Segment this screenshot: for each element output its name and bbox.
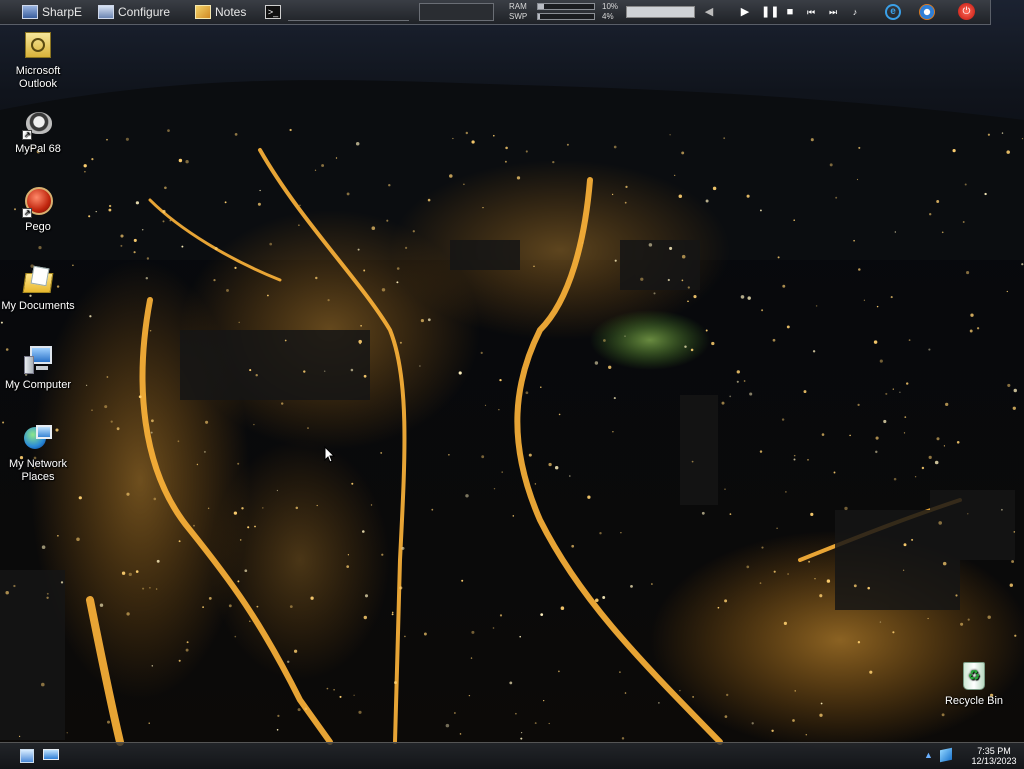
- clock-date: 12/13/2023: [971, 756, 1017, 766]
- sharpe-label: SharpE: [42, 5, 83, 19]
- quick-launch-explorer-button[interactable]: [43, 749, 59, 763]
- my-computer-icon: [22, 344, 54, 376]
- desktop-icon-label: My Documents: [1, 300, 75, 312]
- sharpe-menu-button[interactable]: SharpE: [22, 3, 82, 21]
- desktop-icon-label: Recycle Bin: [944, 695, 1004, 707]
- desktop-icon-label: Pego: [25, 221, 51, 233]
- taskbar: ▲ 7:35 PM 12/13/2023: [0, 742, 1024, 769]
- notes-button[interactable]: Notes: [195, 3, 246, 21]
- tray-network-icon[interactable]: [940, 747, 952, 763]
- desktop-icon-my-documents[interactable]: My Documents: [0, 265, 76, 313]
- desktop-icon-mypal[interactable]: ↗ MyPal 68: [0, 108, 76, 156]
- desktop-icon-label: MyPal 68: [15, 143, 61, 155]
- mouse-cursor: [324, 446, 336, 463]
- mypal-icon: ↗: [22, 108, 54, 140]
- run-command-input[interactable]: [288, 8, 409, 21]
- ram-label: RAM: [509, 2, 527, 11]
- notes-label: Notes: [215, 5, 247, 19]
- tray-clock[interactable]: 7:35 PM 12/13/2023: [970, 746, 1018, 766]
- show-desktop-button[interactable]: [20, 749, 34, 763]
- desktop-icon-network-places[interactable]: My Network Places: [0, 423, 76, 484]
- clock-time: 7:35 PM: [977, 746, 1011, 756]
- swp-label: SWP: [509, 12, 528, 21]
- swp-percent: 4%: [602, 12, 614, 21]
- notes-icon: [195, 5, 211, 19]
- configure-label: Configure: [118, 5, 171, 19]
- configure-button[interactable]: Configure: [98, 3, 170, 21]
- terminal-icon: >_: [265, 5, 281, 19]
- media-player-icon[interactable]: [919, 4, 935, 20]
- desktop-icon-recycle-bin[interactable]: ♻ Recycle Bin: [936, 660, 1012, 708]
- desktop-icon-label: My Computer: [4, 379, 72, 391]
- pego-icon: ↗: [22, 186, 54, 218]
- pause-icon[interactable]: ❚❚: [761, 5, 779, 19]
- desktop-icon-outlook[interactable]: Microsoft Outlook: [0, 30, 76, 91]
- ram-percent: 10%: [602, 2, 619, 11]
- internet-explorer-icon[interactable]: e: [885, 4, 901, 20]
- playlist-icon[interactable]: ♪: [848, 5, 862, 19]
- sharpe-icon: [22, 5, 38, 19]
- next-icon[interactable]: ⏭: [826, 5, 840, 19]
- previous-icon[interactable]: ⏮: [804, 5, 818, 19]
- desktop-icon-my-computer[interactable]: My Computer: [0, 344, 76, 392]
- shutdown-icon[interactable]: ⏻: [958, 3, 975, 20]
- swp-meter: [537, 13, 595, 20]
- desktop-icon-label: Microsoft Outlook: [15, 65, 61, 90]
- ram-meter: [537, 3, 595, 10]
- sharpe-toolbar: SharpE Configure Notes >_ RAM 10% SWP 4%…: [0, 0, 991, 25]
- windows-explorer-icon: [43, 749, 59, 760]
- desktop-icon-label: My Network Places: [8, 458, 68, 483]
- outlook-icon: [22, 30, 54, 62]
- network-places-icon: [22, 423, 54, 455]
- my-documents-icon: [22, 265, 54, 297]
- stop-icon[interactable]: ■: [783, 5, 797, 19]
- recycle-bin-icon: ♻: [958, 660, 990, 692]
- play-icon[interactable]: ▶: [738, 5, 752, 19]
- configure-icon: [98, 5, 114, 19]
- desktop-wallpaper: [0, 0, 1024, 768]
- media-track-display[interactable]: [626, 6, 695, 18]
- tray-expand-icon[interactable]: ▲: [924, 750, 933, 760]
- terminal-button[interactable]: >_: [265, 3, 281, 21]
- desktop-icon-pego[interactable]: ↗ Pego: [0, 186, 76, 234]
- volume-icon[interactable]: ◀: [702, 5, 716, 19]
- search-input[interactable]: [419, 3, 494, 21]
